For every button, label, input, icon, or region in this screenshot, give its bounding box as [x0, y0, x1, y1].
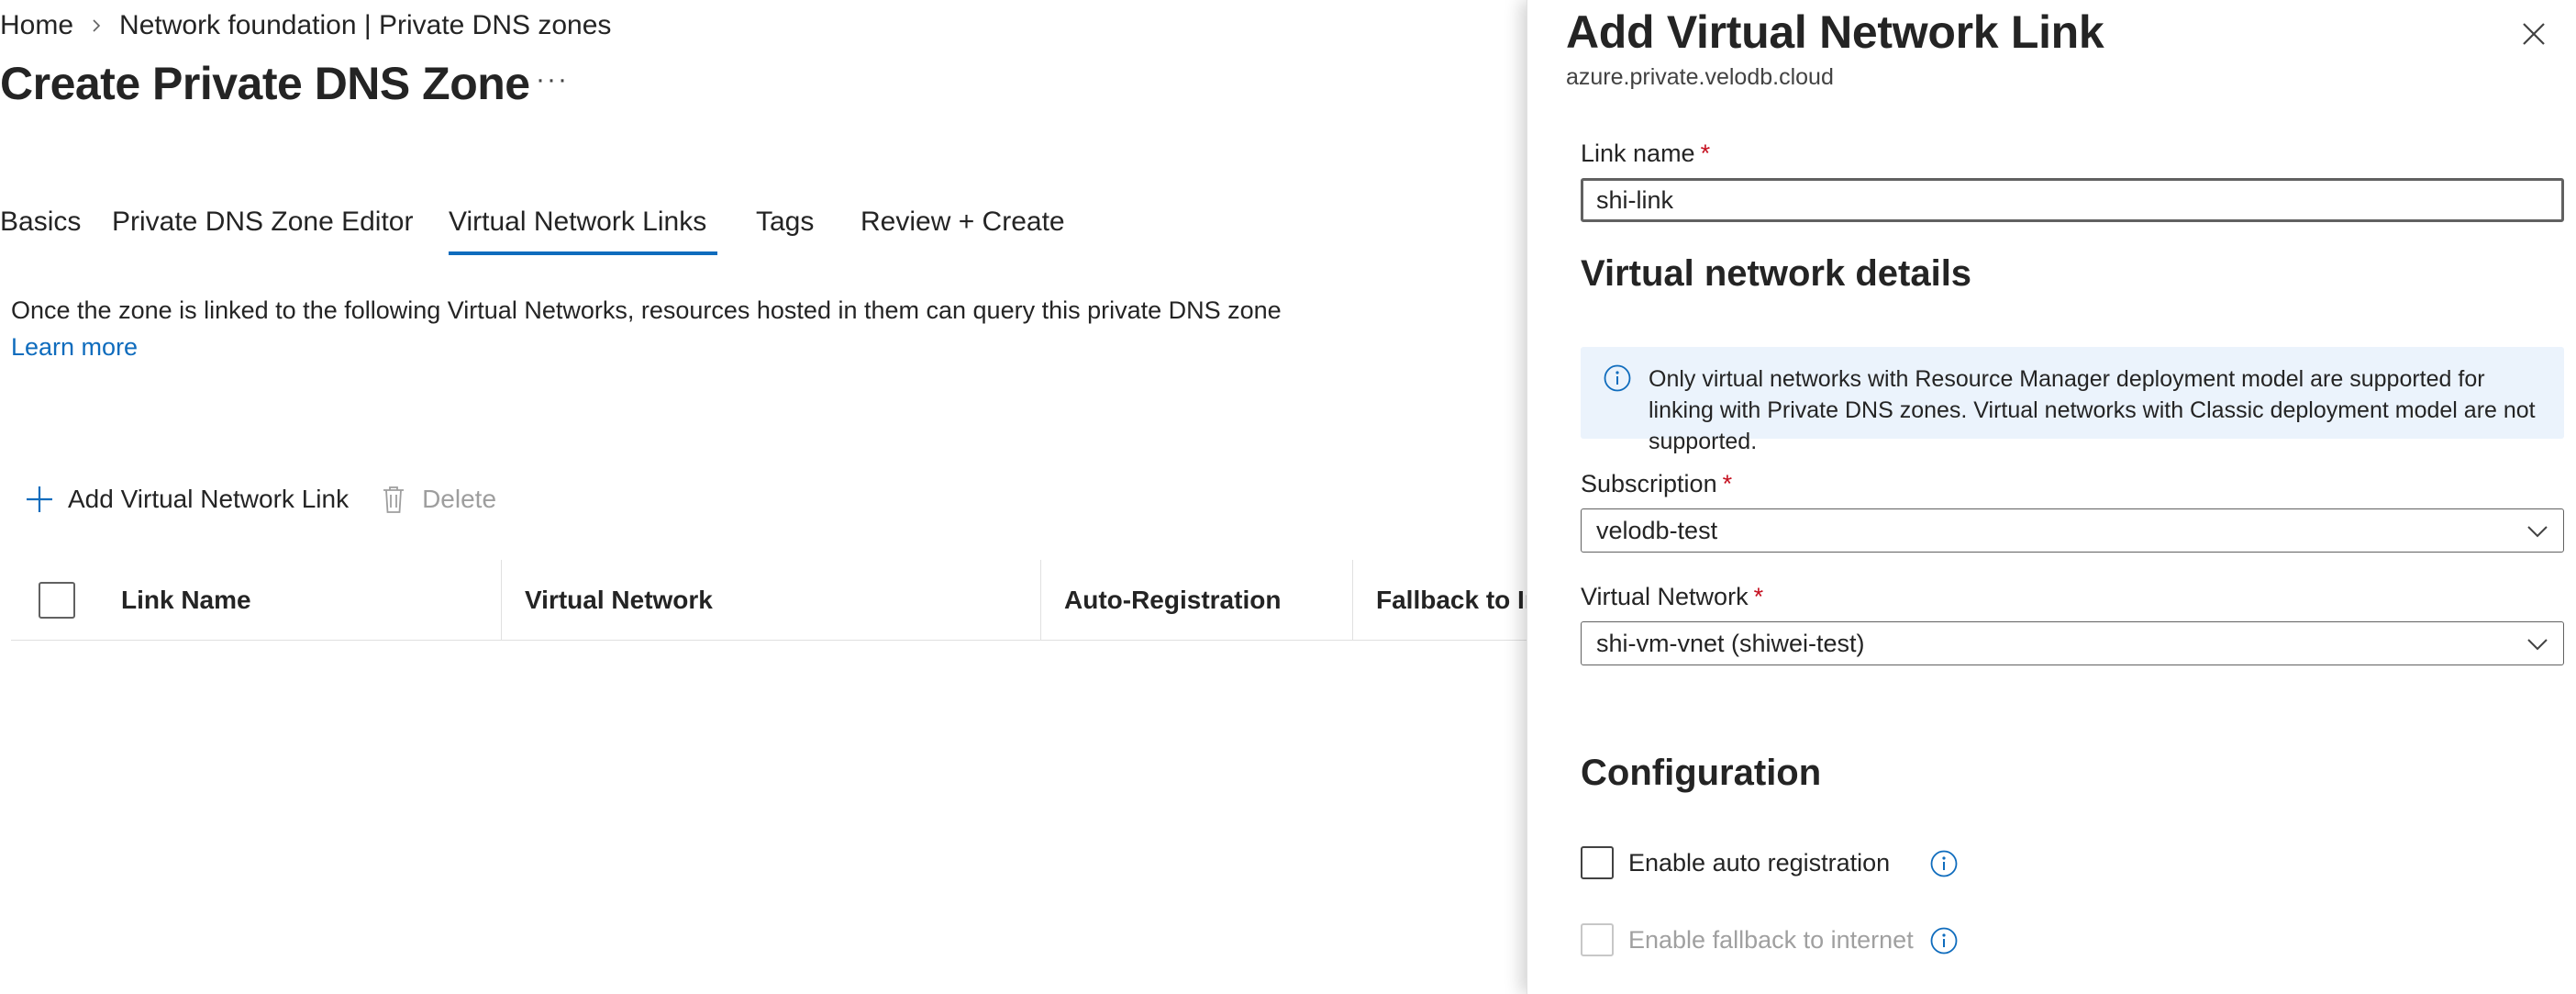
- tab-tags[interactable]: Tags: [756, 202, 814, 255]
- virtual-network-details-heading: Virtual network details: [1581, 253, 1972, 294]
- add-link-label: Add Virtual Network Link: [68, 485, 350, 513]
- delete-button[interactable]: Delete: [378, 484, 496, 515]
- subscription-label: Subscription *: [1581, 470, 1733, 497]
- learn-more-link[interactable]: Learn more: [11, 333, 138, 361]
- info-icon[interactable]: [1929, 849, 1959, 878]
- trash-icon: [383, 486, 405, 513]
- column-virtual-network[interactable]: Virtual Network: [525, 560, 983, 641]
- subscription-dropdown[interactable]: velodb-test: [1581, 508, 2564, 553]
- enable-auto-registration-checkbox[interactable]: [1581, 846, 1614, 879]
- tab-basics[interactable]: Basics: [0, 202, 81, 255]
- tab-review-create[interactable]: Review + Create: [861, 202, 1065, 255]
- more-options-button[interactable]: ···: [536, 64, 569, 95]
- link-name-label: Link name *: [1581, 140, 1711, 167]
- enable-auto-registration-label: Enable auto registration: [1628, 848, 1891, 877]
- intro-text: Once the zone is linked to the following…: [11, 296, 1282, 324]
- enable-fallback-to-internet-checkbox[interactable]: [1581, 923, 1614, 956]
- column-divider: [1040, 560, 1041, 641]
- configuration-heading: Configuration: [1581, 753, 1822, 793]
- link-name-input[interactable]: [1581, 178, 2564, 222]
- tab-virtual-network-links[interactable]: Virtual Network Links: [449, 202, 718, 255]
- subscription-value: velodb-test: [1596, 517, 1718, 544]
- enable-fallback-to-internet-option: Enable fallback to internet: [1581, 921, 1914, 958]
- breadcrumb-home[interactable]: Home: [0, 10, 73, 41]
- panel-subtitle: azure.private.velodb.cloud: [1566, 64, 1834, 90]
- select-all-checkbox[interactable]: [39, 582, 75, 619]
- intro-description: Once the zone is linked to the following…: [11, 292, 1314, 365]
- page-title: Create Private DNS Zone: [0, 58, 530, 109]
- add-virtual-network-link-panel: Add Virtual Network Link azure.private.v…: [1527, 0, 2576, 994]
- column-auto-registration[interactable]: Auto-Registration: [1064, 560, 1349, 641]
- close-button[interactable]: [2520, 20, 2548, 48]
- breadcrumb-private-dns-zones[interactable]: Network foundation | Private DNS zones: [119, 10, 611, 41]
- add-virtual-network-link-button[interactable]: Add Virtual Network Link: [24, 484, 349, 515]
- chevron-down-icon: [2527, 639, 2548, 651]
- enable-fallback-to-internet-label: Enable fallback to internet: [1628, 925, 1914, 954]
- close-icon: [2523, 23, 2545, 45]
- enable-auto-registration-option: Enable auto registration: [1581, 844, 1890, 881]
- column-divider: [501, 560, 502, 641]
- info-icon[interactable]: [1929, 926, 1959, 955]
- tab-private-dns-zone-editor[interactable]: Private DNS Zone Editor: [112, 202, 413, 255]
- chevron-right-icon: [90, 19, 103, 32]
- breadcrumb: Home Network foundation | Private DNS zo…: [0, 7, 611, 44]
- column-divider: [1352, 560, 1353, 641]
- command-bar: Add Virtual Network Link Delete: [24, 479, 496, 519]
- add-icon: [27, 486, 52, 512]
- delete-label: Delete: [422, 485, 497, 513]
- info-message-text: Only virtual networks with Resource Mana…: [1649, 366, 2536, 454]
- panel-title: Add Virtual Network Link: [1566, 6, 2104, 58]
- info-icon: [1604, 364, 1631, 392]
- virtual-network-label: Virtual Network *: [1581, 583, 1764, 610]
- column-fallback-to-internet[interactable]: Fallback to Internet: [1376, 560, 1527, 641]
- links-grid-header: Link Name Virtual Network Auto-Registrat…: [11, 560, 1527, 641]
- column-link-name[interactable]: Link Name: [121, 560, 488, 641]
- virtual-network-value: shi-vm-vnet (shiwei-test): [1596, 630, 1865, 657]
- info-message-bar: Only virtual networks with Resource Mana…: [1581, 347, 2564, 454]
- virtual-network-dropdown[interactable]: shi-vm-vnet (shiwei-test): [1581, 621, 2564, 665]
- chevron-down-icon: [2527, 526, 2548, 538]
